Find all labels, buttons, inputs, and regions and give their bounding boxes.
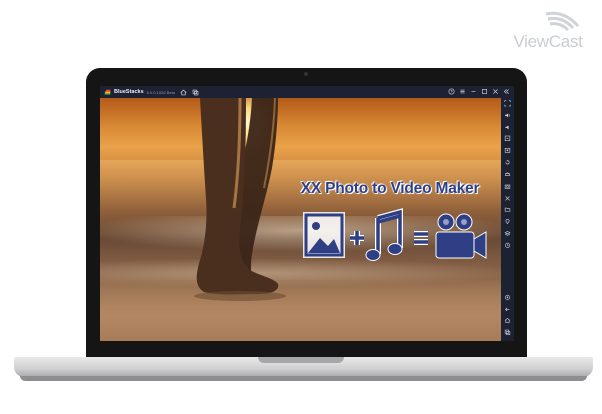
bluestacks-logo-icon — [104, 89, 111, 95]
laptop-notch — [258, 357, 344, 363]
close-icon[interactable] — [492, 88, 499, 95]
multi-instance-icon[interactable] — [192, 89, 199, 96]
emulator-window: BlueStacks 5.0.0.1026 Beta XX Photo to V… — [100, 86, 514, 341]
volume-up-icon[interactable] — [504, 112, 511, 119]
photo-icon — [303, 212, 345, 258]
home-icon[interactable] — [180, 89, 187, 96]
menu-icon[interactable] — [459, 88, 466, 95]
rotate-icon[interactable] — [504, 159, 511, 166]
folder-icon[interactable] — [504, 206, 511, 213]
screen-record-icon[interactable] — [504, 147, 511, 154]
watermark-text: ViewCast — [513, 32, 583, 51]
webcam — [304, 72, 308, 76]
plus-sign — [350, 231, 364, 245]
music-note-icon — [365, 208, 403, 261]
video-camera-icon — [435, 213, 487, 259]
app-screen: XX Photo to Video Maker — [100, 98, 501, 341]
eco-mode-icon[interactable] — [504, 242, 511, 249]
signal-waves-icon — [545, 11, 580, 32]
photo-plus-music-equals-video-graphic — [303, 208, 487, 261]
home-nav-icon[interactable] — [504, 317, 511, 324]
emulator-title-bar: BlueStacks 5.0.0.1026 Beta — [100, 86, 514, 98]
recent-apps-icon[interactable] — [504, 329, 511, 336]
emulator-sidebar — [501, 98, 514, 341]
install-apk-icon[interactable] — [504, 171, 511, 178]
maximize-icon[interactable] — [481, 88, 488, 95]
back-icon[interactable] — [504, 306, 511, 313]
layers-icon[interactable] — [504, 230, 511, 237]
settings-icon[interactable] — [504, 294, 511, 301]
fullscreen-icon[interactable] — [504, 100, 511, 107]
location-icon[interactable] — [504, 218, 511, 225]
viewcast-logo: ViewCast — [500, 6, 596, 52]
volume-down-icon[interactable] — [504, 124, 511, 131]
emulator-name: BlueStacks — [114, 89, 144, 95]
screenshot-icon[interactable] — [504, 183, 511, 190]
minimize-icon[interactable] — [470, 88, 477, 95]
collapse-sidebar-icon[interactable] — [503, 88, 510, 95]
laptop-base-edge — [20, 376, 587, 381]
shake-icon[interactable] — [504, 195, 511, 202]
help-icon[interactable] — [448, 88, 455, 95]
emulator-version: 5.0.0.1026 Beta — [146, 89, 175, 95]
app-title: XX Photo to Video Maker — [300, 180, 480, 197]
equals-sign — [414, 231, 428, 245]
keyboard-controls-icon[interactable] — [504, 135, 511, 142]
